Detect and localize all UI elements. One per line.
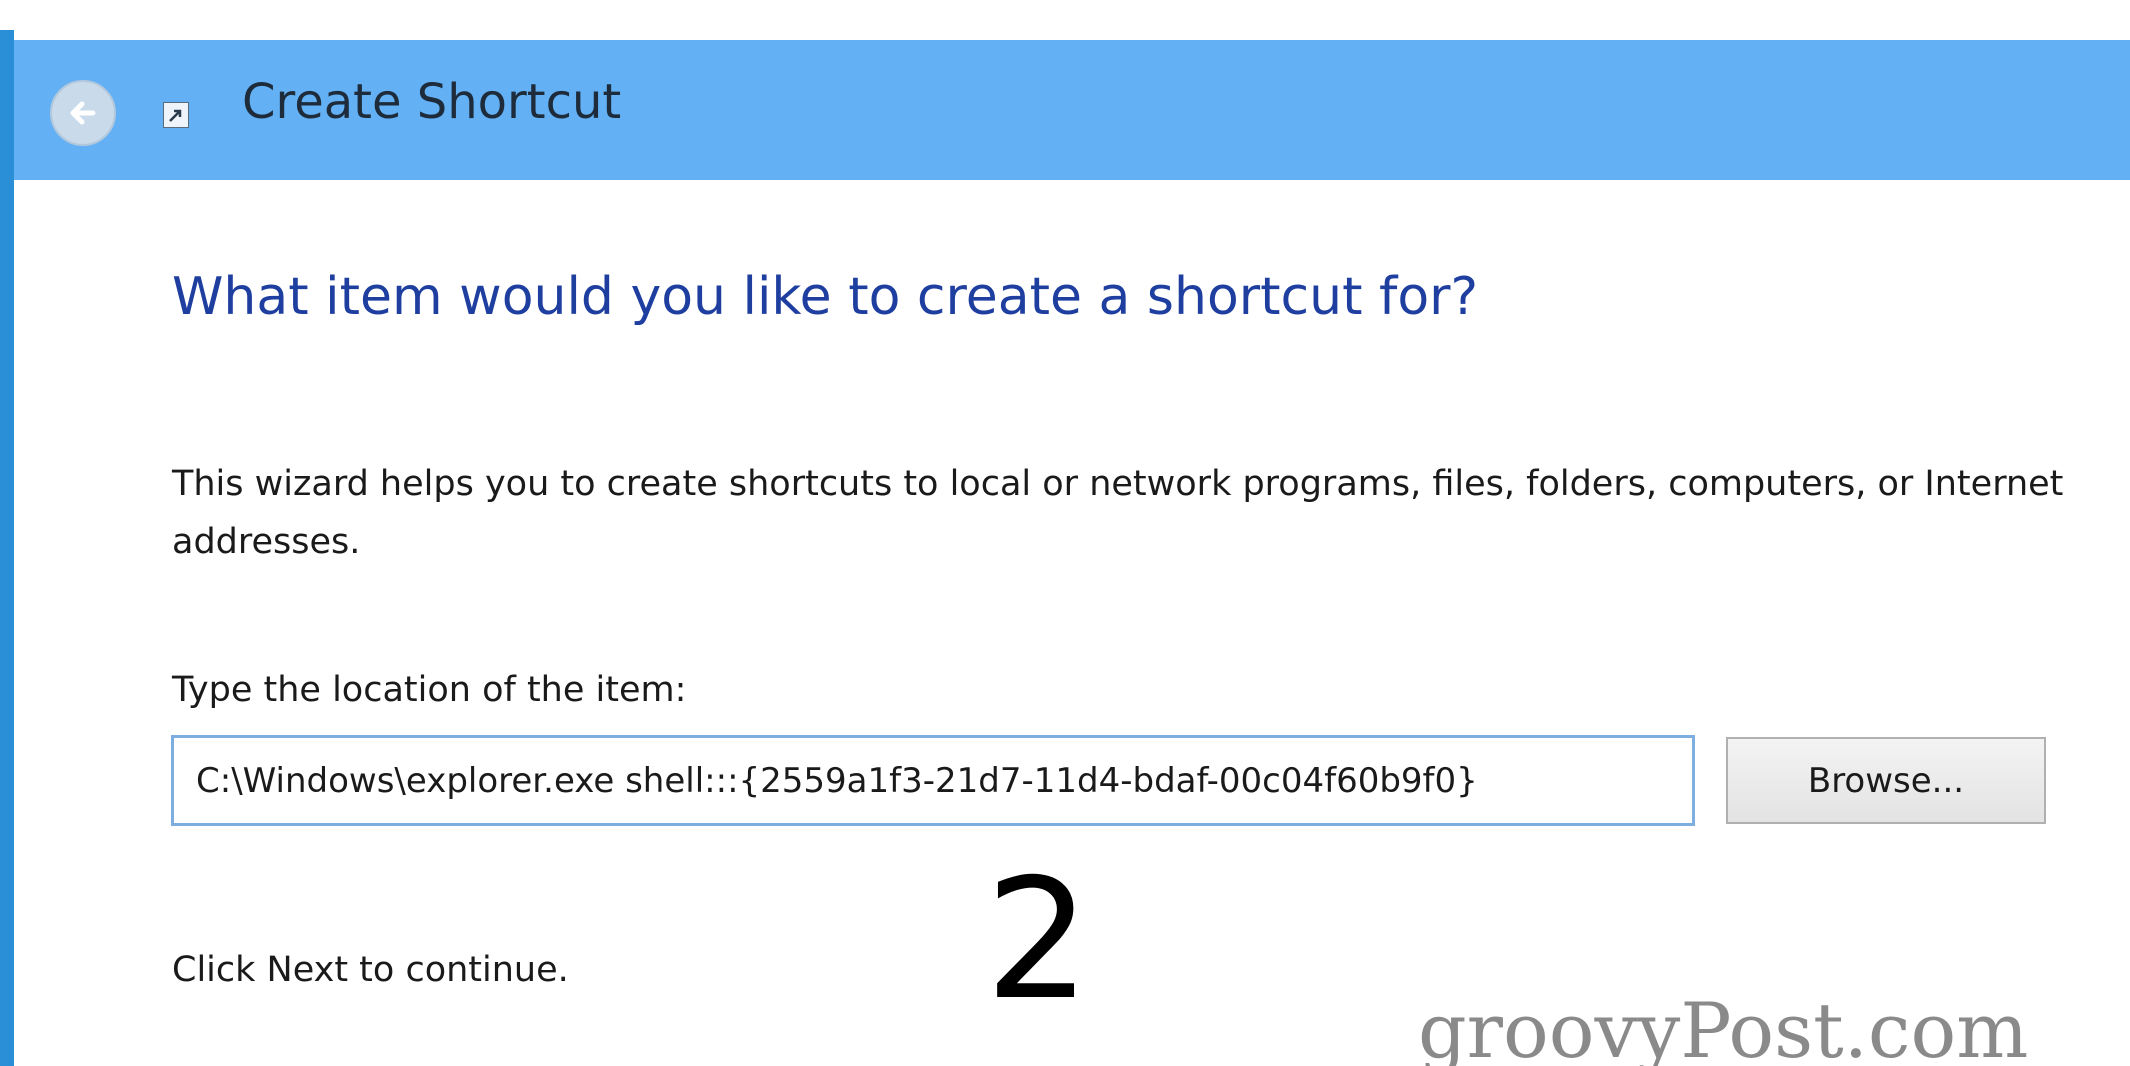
- desktop-strip: [0, 0, 2130, 40]
- browse-button[interactable]: Browse...: [1726, 737, 2046, 824]
- back-button[interactable]: [50, 80, 116, 146]
- window-edge: [0, 30, 14, 1066]
- location-label: Type the location of the item:: [172, 670, 687, 710]
- create-shortcut-wizard: Create Shortcut What item would you like…: [0, 0, 2130, 1066]
- back-arrow-icon: [70, 101, 96, 125]
- continue-instruction: Click Next to continue.: [172, 950, 569, 990]
- watermark: groovyPost.com: [1418, 986, 2029, 1066]
- wizard-description: This wizard helps you to create shortcut…: [172, 464, 2064, 562]
- step-number-annotation: 2: [985, 844, 1091, 1037]
- shortcut-icon: [163, 102, 189, 128]
- window-title: Create Shortcut: [242, 74, 622, 130]
- wizard-heading: What item would you like to create a sho…: [172, 267, 1479, 327]
- window-edge-inner: [14, 30, 30, 1066]
- location-input[interactable]: [171, 735, 1695, 826]
